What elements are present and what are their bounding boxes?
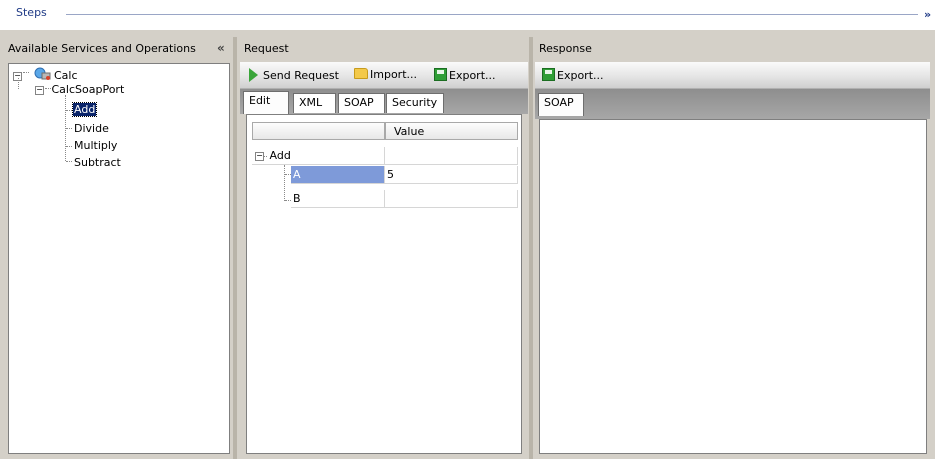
tree-node-service[interactable]: − Calc [13,67,78,82]
grid-name-header [252,122,385,140]
save-icon [542,68,555,81]
grid-row-b-value[interactable] [385,190,518,208]
tree-service-label: Calc [54,69,78,82]
response-tabstrip [535,89,930,119]
export-response-button[interactable]: Export... [542,68,604,82]
middle-splitter[interactable] [529,37,533,459]
request-grid[interactable]: Value − Add A 5 B [246,114,522,454]
left-splitter[interactable] [233,37,237,459]
grid-root-row[interactable]: − Add [252,147,385,165]
collapse-node-icon[interactable]: − [255,151,264,161]
tree-operation-subtract[interactable]: Subtract [74,156,121,169]
tree-node-port[interactable]: − CalcSoapPort [35,83,124,96]
tab-security[interactable]: Security [386,93,444,113]
export-request-button[interactable]: Export... [434,68,496,82]
request-panel-title: Request [244,42,289,55]
save-icon [434,68,447,81]
request-toolbar: Send Request Import... Export... [240,62,528,89]
response-toolbar: Export... [535,62,930,89]
response-panel-title: Response [539,42,592,55]
steps-header [0,0,935,30]
steps-title: Steps [16,6,47,19]
folder-icon [354,68,368,79]
send-request-button[interactable]: Send Request [249,68,339,82]
services-panel-title: Available Services and Operations [8,42,196,55]
collapse-panel-icon[interactable]: « [217,41,225,55]
grid-row-b-name[interactable]: B [291,190,385,208]
grid-row-a-name[interactable]: A [291,166,385,184]
steps-divider [66,14,918,15]
services-tree[interactable]: − Calc − CalcSoapPort Add Divide Multipl… [8,63,230,454]
web-service-icon [34,67,50,80]
tree-operation-multiply[interactable]: Multiply [74,139,117,152]
expand-steps-icon[interactable]: » [924,8,931,21]
grid-row-a-value[interactable]: 5 [385,166,518,184]
response-content [539,119,927,454]
tree-port-label: CalcSoapPort [51,83,125,96]
play-icon [249,68,258,82]
grid-value-header: Value [385,122,518,140]
tab-edit[interactable]: Edit [243,91,289,114]
tab-xml[interactable]: XML [293,93,336,113]
collapse-node-icon[interactable]: − [35,85,44,95]
tree-operation-divide[interactable]: Divide [74,122,109,135]
tab-soap[interactable]: SOAP [338,93,385,113]
grid-root-value [385,147,518,165]
tree-operation-add[interactable]: Add [71,102,98,117]
tab-response-soap[interactable]: SOAP [538,93,584,116]
import-button[interactable]: Import... [354,68,417,81]
